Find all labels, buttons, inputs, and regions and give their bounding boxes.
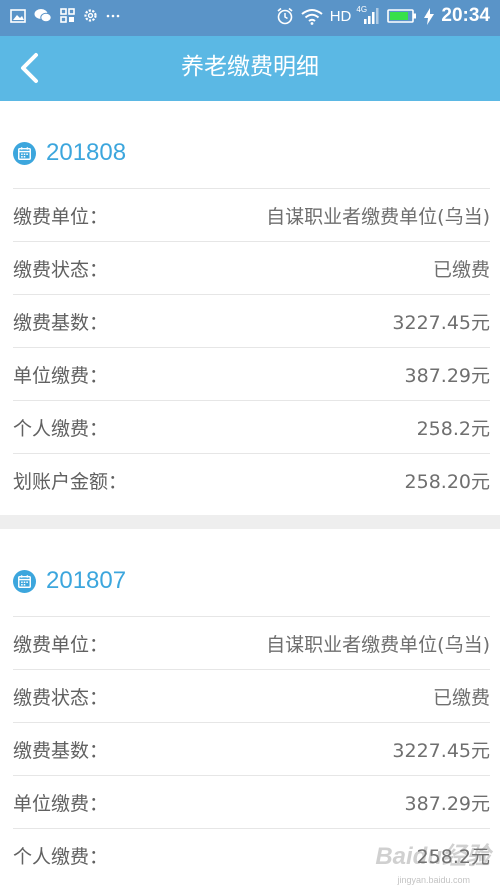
detail-row-payment-base: 缴费基数： 3227.45元: [13, 722, 490, 775]
detail-label: 缴费单位：: [13, 206, 109, 228]
detail-value: 258.2元: [416, 418, 490, 440]
detail-value: 自谋职业者缴费单位(乌当): [266, 634, 490, 656]
charging-bolt-icon: [424, 7, 435, 25]
detail-value: 3227.45元: [392, 740, 490, 762]
detail-row-payment-status: 缴费状态： 已缴费: [13, 241, 490, 294]
detail-row-payment-base: 缴费基数： 3227.45元: [13, 294, 490, 347]
record-details: 缴费单位： 自谋职业者缴费单位(乌当) 缴费状态： 已缴费 缴费基数： 3227…: [13, 188, 490, 506]
status-bar-system: HD 4G 20:34: [276, 5, 490, 27]
detail-label: 个人缴费：: [13, 846, 109, 868]
payment-record-card: 201808 缴费单位： 自谋职业者缴费单位(乌当) 缴费状态： 已缴费 缴费基…: [0, 101, 500, 515]
status-bar: HD 4G 20:34: [0, 0, 500, 36]
detail-row-payer-unit: 缴费单位： 自谋职业者缴费单位(乌当): [13, 188, 490, 241]
detail-label: 个人缴费：: [13, 418, 109, 440]
signal-strength-icon: 4G: [356, 5, 380, 25]
detail-value: 258.20元: [404, 471, 490, 493]
watermark-logo: Baidu经验: [375, 843, 490, 870]
back-button[interactable]: [14, 50, 48, 86]
record-period: 201808: [46, 139, 127, 166]
clock-time: 20:34: [441, 5, 490, 26]
detail-label: 单位缴费：: [13, 365, 109, 387]
payment-record-card: 201807 缴费单位： 自谋职业者缴费单位(乌当) 缴费状态： 已缴费 缴费基…: [0, 529, 500, 889]
status-bar-notifications: [10, 8, 120, 23]
detail-label: 单位缴费：: [13, 793, 109, 815]
detail-label: 缴费基数：: [13, 740, 109, 762]
detail-row-account-transfer: 划账户金额： 258.20元: [13, 453, 490, 506]
network-type-label: HD: [329, 7, 352, 25]
record-period: 201807: [46, 567, 127, 594]
detail-value: 387.29元: [404, 365, 490, 387]
detail-row-personal-payment: 个人缴费： 258.2元: [13, 400, 490, 453]
detail-value: 3227.45元: [392, 312, 490, 334]
detail-row-employer-payment: 单位缴费： 387.29元: [13, 775, 490, 828]
record-header: 201808: [13, 123, 126, 183]
detail-value: 387.29元: [404, 793, 490, 815]
calendar-icon: [13, 141, 36, 165]
section-divider: [0, 515, 500, 529]
record-header: 201807: [13, 551, 126, 611]
detail-value: 已缴费: [432, 687, 490, 709]
detail-row-payer-unit: 缴费单位： 自谋职业者缴费单位(乌当): [13, 616, 490, 669]
calendar-icon: [13, 569, 36, 593]
chevron-left-icon: [21, 53, 38, 83]
watermark-url: jingyan.baidu.com: [397, 875, 470, 885]
detail-row-payment-status: 缴费状态： 已缴费: [13, 669, 490, 722]
detail-label: 缴费状态：: [13, 259, 109, 281]
detail-value: 自谋职业者缴费单位(乌当): [266, 206, 490, 228]
alarm-clock-icon: [277, 7, 293, 25]
detail-label: 划账户金额：: [13, 471, 128, 493]
battery-icon: [387, 9, 417, 23]
page-title: 养老缴费明细: [181, 54, 319, 80]
detail-label: 缴费状态：: [13, 687, 109, 709]
wechat-icon: [34, 9, 52, 23]
detail-label: 缴费基数：: [13, 312, 109, 334]
app-header: 养老缴费明细: [0, 36, 500, 101]
detail-label: 缴费单位：: [13, 634, 109, 656]
wifi-icon: [301, 8, 323, 25]
settings-gear-icon: [84, 9, 97, 22]
detail-value: 已缴费: [432, 259, 490, 281]
app-grid-icon: [60, 8, 75, 23]
gallery-icon: [10, 8, 26, 23]
detail-row-employer-payment: 单位缴费： 387.29元: [13, 347, 490, 400]
more-dots-icon: [106, 14, 120, 17]
